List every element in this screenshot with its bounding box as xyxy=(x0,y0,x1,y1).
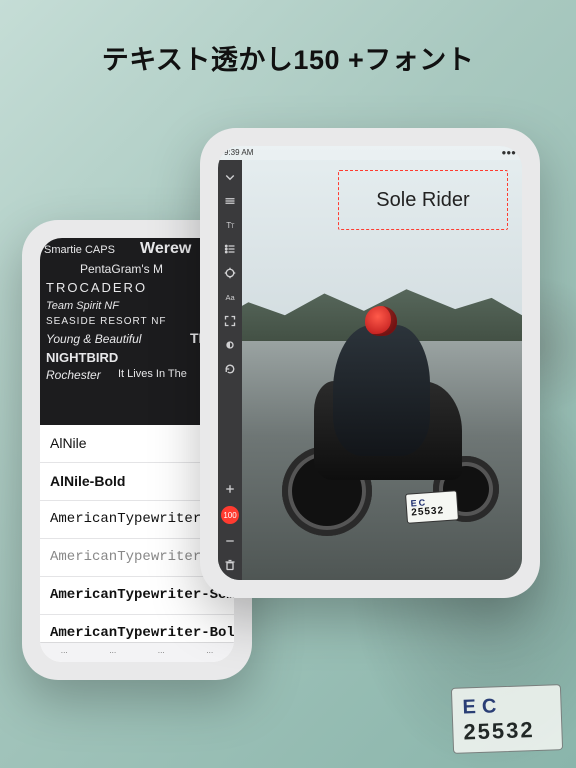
rider-body xyxy=(333,325,430,456)
plate-line2: 25532 xyxy=(411,506,444,518)
font-list-row[interactable]: AmericanTypewriter-Bold xyxy=(40,615,234,642)
tablet-right: EC 25532 9:39 AM ●●● TT Aa 100 Sole Rider xyxy=(200,128,540,598)
photo-canvas[interactable]: EC 25532 9:39 AM ●●● TT Aa 100 Sole Rider xyxy=(218,146,522,580)
font-cloud-word: Werew xyxy=(140,240,191,258)
photo-motorcycle: EC 25532 xyxy=(273,311,504,545)
editor-toolbar: TT Aa 100 xyxy=(218,160,242,580)
font-cloud-word: TROCADERO xyxy=(46,280,147,295)
plus-icon[interactable] xyxy=(223,482,237,496)
bottom-tab-item[interactable]: ⋯ xyxy=(109,649,116,657)
font-list-row[interactable]: AmericanTypewriter-Semibold xyxy=(40,577,234,615)
status-time: 9:39 AM xyxy=(224,148,253,158)
font-cloud-word: PentaGram's M xyxy=(80,262,163,276)
font-cloud-word: It Lives In The xyxy=(118,368,187,380)
bottom-tab-item[interactable]: ⋯ xyxy=(158,649,165,657)
trash-icon[interactable] xyxy=(223,558,237,572)
bg-plate-line2: 25532 xyxy=(463,717,535,745)
status-bar: 9:39 AM ●●● xyxy=(218,146,522,160)
font-cloud-word: Young & Beautiful xyxy=(46,332,141,346)
font-cloud-word: NIGHTBIRD xyxy=(46,350,118,365)
font-icon[interactable]: Aa xyxy=(223,290,237,304)
bottom-tab-item[interactable]: ⋯ xyxy=(61,649,68,657)
tablet-right-screen: EC 25532 9:39 AM ●●● TT Aa 100 Sole Rider xyxy=(218,146,522,580)
horizontal-lines-icon[interactable] xyxy=(223,194,237,208)
font-cloud-word: Rochester xyxy=(46,368,101,382)
font-cloud-word: Team Spirit NF xyxy=(46,300,119,312)
bottom-tab-bar[interactable]: ⋯ ⋯ ⋯ ⋯ xyxy=(40,642,234,662)
background-license-plate: EC 25532 xyxy=(451,684,563,754)
svg-text:Aa: Aa xyxy=(226,293,236,302)
rider-helmet xyxy=(365,306,397,336)
watermark-text: Sole Rider xyxy=(376,189,469,212)
target-icon[interactable] xyxy=(223,266,237,280)
font-cloud-word: Smartie CAPS xyxy=(44,244,115,256)
brightness-icon[interactable] xyxy=(223,338,237,352)
license-plate: EC 25532 xyxy=(405,490,459,524)
watermark-edit-box[interactable]: Sole Rider xyxy=(338,170,508,230)
headline-text: テキスト透かし150 +フォント xyxy=(0,38,576,77)
bg-plate-line1: EC xyxy=(462,695,503,719)
list-icon[interactable] xyxy=(223,242,237,256)
chevron-down-icon[interactable] xyxy=(223,170,237,184)
font-cloud-word: SEASIDE RESORT NF xyxy=(46,316,167,327)
svg-text:T: T xyxy=(231,224,235,230)
minus-icon[interactable] xyxy=(223,534,237,548)
expand-icon[interactable] xyxy=(223,314,237,328)
value-chip[interactable]: 100 xyxy=(221,506,239,524)
text-tool-icon[interactable]: TT xyxy=(223,218,237,232)
refresh-icon[interactable] xyxy=(223,362,237,376)
bottom-tab-item[interactable]: ⋯ xyxy=(206,649,213,657)
status-icons: ●●● xyxy=(502,148,517,158)
